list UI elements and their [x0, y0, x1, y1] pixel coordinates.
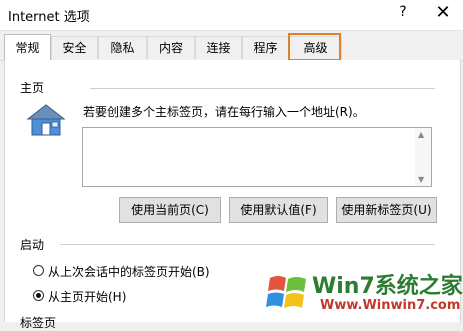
window-title: Internet 选项	[8, 10, 90, 25]
watermark: Win7系统之家 Www.Winwin7.com	[262, 266, 463, 322]
radio-home-page[interactable]	[33, 290, 44, 301]
scroll-up-arrow-icon[interactable]: ▲	[418, 130, 424, 139]
tab-security[interactable]: 安全	[51, 36, 98, 59]
home-divider	[90, 88, 435, 89]
watermark-url: Www.Winwin7.com	[320, 298, 461, 313]
title-bar: Internet 选项 ? ✕	[0, 0, 463, 31]
startup-divider	[60, 244, 435, 245]
advanced-tab-highlight	[288, 33, 341, 61]
use-current-button[interactable]: 使用当前页(C)	[119, 197, 221, 223]
use-new-tab-button[interactable]: 使用新标签页(U)	[336, 197, 437, 223]
textarea-scrollbar[interactable]: ▲ ▼	[415, 128, 431, 186]
radio-label: 从主页开始(H)	[48, 290, 127, 304]
tab-connections[interactable]: 连接	[195, 36, 242, 59]
scroll-down-arrow-icon[interactable]: ▼	[418, 175, 424, 184]
close-button[interactable]: ✕	[432, 2, 454, 24]
watermark-brand: Win7系统之家	[312, 274, 463, 299]
radio-label: 从上次会话中的标签页开始(B)	[48, 265, 210, 279]
homepage-url-textarea[interactable]: ▲ ▼	[82, 127, 432, 187]
tab-privacy[interactable]: 隐私	[98, 36, 147, 59]
startup-section-label: 启动	[20, 238, 45, 252]
tabs-section-label: 标签页	[20, 316, 57, 330]
use-default-button[interactable]: 使用默认值(F)	[229, 197, 328, 223]
help-button[interactable]: ?	[396, 4, 410, 22]
tab-content[interactable]: 内容	[147, 36, 195, 59]
tab-strip: 常规 安全 隐私 内容 连接 程序 高级	[0, 34, 463, 61]
tab-general[interactable]: 常规	[4, 34, 51, 61]
radio-last-session[interactable]	[33, 265, 44, 276]
home-section-label: 主页	[20, 81, 45, 95]
home-hint-text: 若要创建多个主标签页，请在每行输入一个地址(R)。	[83, 105, 365, 119]
tab-programs[interactable]: 程序	[242, 36, 289, 59]
home-page-icon	[26, 104, 66, 136]
windows-logo-icon	[266, 276, 306, 308]
